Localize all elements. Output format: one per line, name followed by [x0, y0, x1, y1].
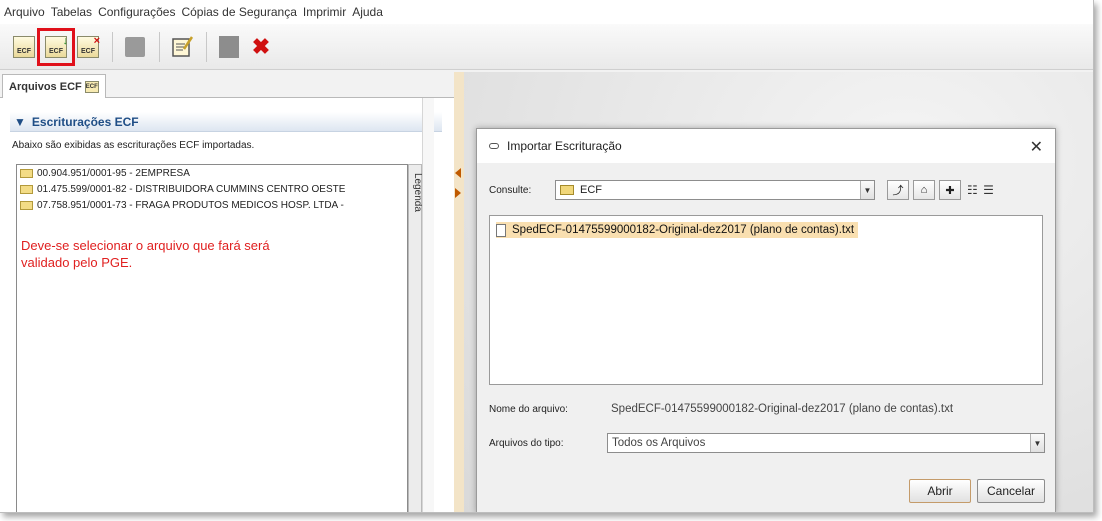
edit-button[interactable] — [168, 33, 196, 61]
import-dialog: Importar Escrituração ✕ Consulte: ECF ▼ … — [476, 128, 1056, 512]
list-item[interactable]: 00.904.951/0001-95 - 2EMPRESA — [17, 165, 407, 181]
legend-label: Legenda — [412, 173, 423, 212]
toolbar-separator — [112, 31, 113, 62]
chevron-down-icon[interactable]: ▼ — [1030, 434, 1044, 452]
filetype-value: Todos os Arquivos — [612, 437, 706, 449]
filename-label: Nome do arquivo: — [489, 403, 568, 415]
menu-ajuda[interactable]: Ajuda — [352, 5, 383, 19]
filename-field[interactable]: SpedECF-01475599000182-Original-dez2017 … — [607, 398, 1041, 420]
list-item-label: 07.758.951/0001-73 - FRAGA PRODUTOS MEDI… — [37, 199, 344, 211]
list-item-label: 01.475.599/0001-82 - DISTRIBUIDORA CUMMI… — [37, 183, 346, 195]
lock-icon — [125, 36, 145, 57]
close-icon[interactable]: ✕ — [1030, 137, 1043, 157]
lookin-combo[interactable]: ECF ▼ — [555, 180, 875, 200]
collapse-left-arrow-icon[interactable] — [455, 168, 461, 178]
filetype-label: Arquivos do tipo: — [489, 437, 564, 449]
home-icon: ⌂ — [920, 184, 928, 196]
file-name: SpedECF-01475599000182-Original-dez2017 … — [512, 224, 855, 236]
up-folder-button[interactable]: ⤴ — [887, 180, 909, 200]
toolbar-separator — [159, 31, 160, 62]
collapse-triangle-icon: ▼ — [14, 114, 26, 129]
list-item-label: 00.904.951/0001-95 - 2EMPRESA — [37, 167, 190, 179]
lookin-row: Consulte: ECF ▼ ⤴ ⌂ ✚ ☷ ☰ — [489, 177, 1045, 203]
close-icon: ✖ — [251, 33, 271, 59]
ecf-panel: ▼ Escriturações ECF Abaixo são exibidas … — [0, 98, 454, 512]
lock-button[interactable] — [121, 33, 149, 61]
toolbar-separator — [206, 31, 207, 62]
toolbar: ECF ↓ ECF × ECF ✖ — [0, 24, 1093, 70]
panel-edge — [422, 98, 434, 512]
list-item[interactable]: 07.758.951/0001-73 - FRAGA PRODUTOS MEDI… — [17, 197, 407, 213]
delete-ecf-button[interactable]: × ECF — [74, 33, 102, 61]
ecf-label: ECF — [17, 47, 31, 55]
menu-tabelas[interactable]: Tabelas — [51, 5, 92, 19]
menu-configuracoes[interactable]: Configurações — [98, 5, 175, 19]
dialog-title: Importar Escrituração — [507, 139, 622, 153]
open-button[interactable]: Abrir — [909, 479, 971, 503]
list-view-icon[interactable]: ☷ ☰ — [967, 183, 995, 197]
new-folder-button[interactable]: ✚ — [939, 180, 961, 200]
menu-copias-de-seguranca[interactable]: Cópias de Segurança — [181, 5, 296, 19]
file-icon — [496, 223, 506, 237]
filetype-combo[interactable]: Todos os Arquivos ▼ — [607, 433, 1045, 453]
folder-icon — [20, 168, 33, 178]
ecf-icon: ECF — [84, 81, 99, 93]
folder-icon — [560, 185, 574, 195]
up-folder-icon: ⤴ — [892, 185, 904, 197]
escrituracoes-list[interactable]: 00.904.951/0001-95 - 2EMPRESA 01.475.599… — [16, 164, 408, 512]
java-icon — [489, 143, 499, 149]
ecf-button[interactable]: ECF — [10, 33, 38, 61]
tab-arquivos-ecf[interactable]: Arquivos ECF ECF — [2, 74, 106, 99]
tab-label: Arquivos ECF — [9, 81, 82, 93]
home-button[interactable]: ⌂ — [913, 180, 935, 200]
legend-toggle[interactable]: Legenda — [408, 164, 423, 512]
menu-imprimir[interactable]: Imprimir — [303, 5, 346, 19]
menu-arquivo[interactable]: Arquivo — [4, 5, 45, 19]
file-item[interactable]: SpedECF-01475599000182-Original-dez2017 … — [496, 222, 859, 238]
exit-button[interactable]: ✖ — [247, 33, 275, 61]
chevron-down-icon[interactable]: ▼ — [860, 181, 874, 199]
lookin-label: Consulte: — [489, 184, 532, 196]
folder-icon — [20, 200, 33, 210]
gray-document-icon — [219, 35, 239, 58]
import-ecf-button[interactable]: ↓ ECF — [37, 27, 75, 66]
section-header[interactable]: ▼ Escriturações ECF — [10, 112, 442, 132]
list-item[interactable]: 01.475.599/0001-82 - DISTRIBUIDORA CUMMI… — [17, 181, 407, 197]
new-folder-icon: ✚ — [945, 184, 955, 197]
menu-bar: Arquivo Tabelas Configurações Cópias de … — [0, 0, 1093, 24]
section-description: Abaixo são exibidas as escriturações ECF… — [12, 140, 255, 151]
dialog-title-bar: Importar Escrituração ✕ — [477, 129, 1055, 163]
edit-document-icon — [172, 35, 194, 57]
ecf-document-icon: ECF — [13, 35, 35, 58]
splitter[interactable] — [454, 72, 464, 512]
tab-icon-text: ECF — [85, 84, 98, 90]
cancel-button[interactable]: Cancelar — [977, 479, 1045, 503]
expand-right-arrow-icon[interactable] — [455, 188, 461, 198]
file-list[interactable]: SpedECF-01475599000182-Original-dez2017 … — [489, 215, 1043, 385]
filename-row: Nome do arquivo: SpedECF-01475599000182-… — [489, 397, 1045, 421]
delete-ecf-label: ECF — [81, 47, 95, 55]
section-title: Escriturações ECF — [31, 114, 139, 129]
import-ecf-icon: ↓ ECF — [45, 35, 68, 58]
filetype-row: Arquivos do tipo: Todos os Arquivos ▼ — [489, 431, 1045, 455]
left-tab-strip: Arquivos ECF ECF — [0, 72, 454, 99]
delete-ecf-icon: × ECF — [77, 35, 100, 58]
app-window: Arquivo Tabelas Configurações Cópias de … — [0, 0, 1094, 513]
report-button[interactable] — [215, 33, 243, 61]
import-ecf-label: ECF — [49, 47, 63, 55]
instruction-note: Deve-se selecionar o arquivo que fará se… — [21, 237, 270, 271]
note-line-1: Deve-se selecionar o arquivo que fará se… — [21, 238, 270, 253]
folder-icon — [20, 184, 33, 194]
filename-value: SpedECF-01475599000182-Original-dez2017 … — [611, 403, 954, 415]
note-line-2: validado pelo PGE. — [21, 255, 133, 270]
lookin-value: ECF — [580, 184, 602, 196]
